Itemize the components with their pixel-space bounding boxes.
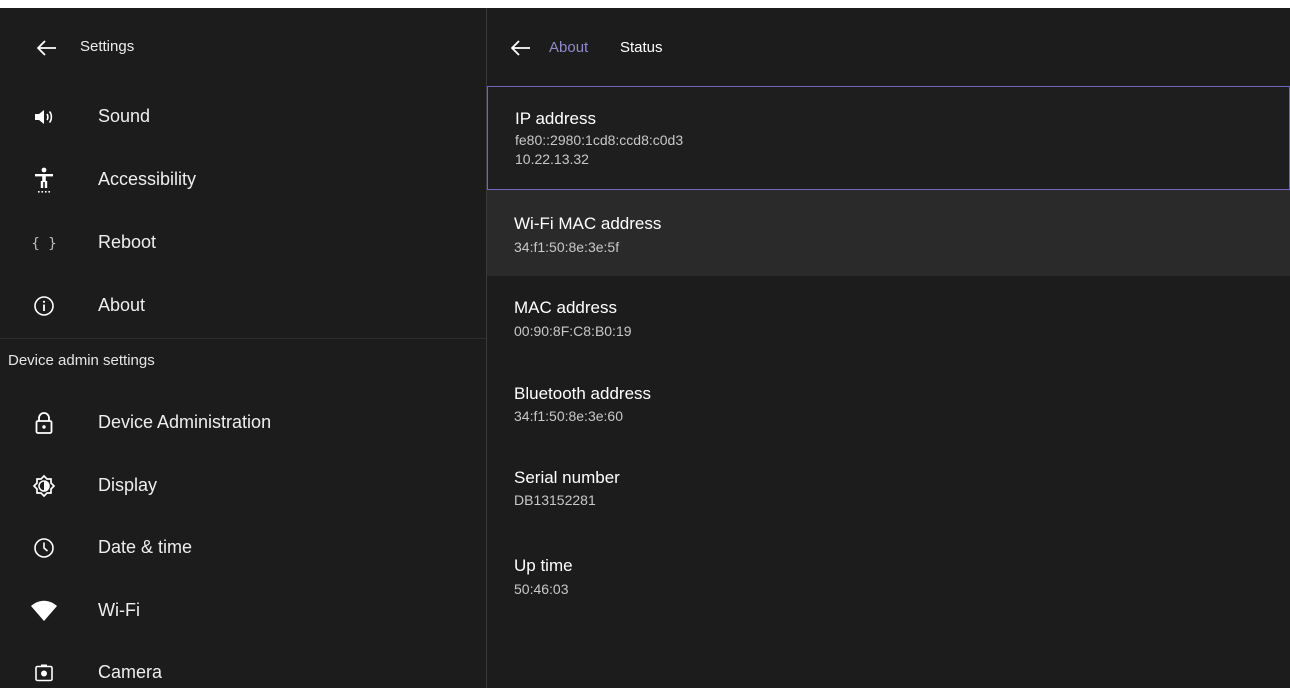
lock-icon bbox=[30, 409, 58, 437]
sidebar-item-wifi[interactable]: Wi-Fi bbox=[0, 580, 486, 642]
sidebar-item-device-administration[interactable]: Device Administration bbox=[0, 392, 486, 454]
status-panel: About Status IP address fe80::2980:1cd8:… bbox=[487, 8, 1290, 688]
status-value: 34:f1:50:8e:3e:60 bbox=[514, 408, 623, 424]
status-label: MAC address bbox=[514, 298, 617, 317]
sidebar-item-label: Date & time bbox=[98, 537, 193, 557]
page-title: Settings bbox=[80, 38, 135, 55]
status-item-up-time[interactable]: Up time 50:46:03 bbox=[487, 528, 1290, 612]
status-item-serial-number[interactable]: Serial number DB13152281 bbox=[487, 444, 1290, 528]
sidebar-item-display[interactable]: Display bbox=[0, 455, 486, 517]
status-item-bluetooth-address[interactable]: Bluetooth address 34:f1:50:8e:3e:60 bbox=[487, 360, 1290, 444]
settings-window: Settings Sound Accessibility {} Reboot … bbox=[0, 8, 1290, 688]
breadcrumb-about-link[interactable]: About bbox=[549, 39, 588, 56]
status-label: IP address bbox=[515, 109, 596, 128]
status-label: Wi-Fi MAC address bbox=[514, 214, 662, 233]
sidebar-item-label: Reboot bbox=[98, 232, 157, 252]
sidebar-item-sound[interactable]: Sound bbox=[0, 86, 486, 148]
sidebar-item-label: Device Administration bbox=[98, 412, 272, 432]
sidebar-item-date-time[interactable]: Date & time bbox=[0, 517, 486, 579]
status-value: 34:f1:50:8e:3e:5f bbox=[514, 239, 620, 255]
arrow-left-icon[interactable] bbox=[507, 34, 535, 62]
status-label: Up time bbox=[514, 556, 573, 575]
wifi-icon bbox=[30, 597, 58, 625]
info-icon bbox=[30, 292, 58, 320]
arrow-left-icon[interactable] bbox=[33, 34, 61, 62]
status-label: Bluetooth address bbox=[514, 384, 652, 403]
sidebar-item-label: About bbox=[98, 295, 146, 315]
status-value-secondary: 10.22.13.32 bbox=[515, 151, 589, 167]
accessibility-icon bbox=[30, 166, 58, 194]
status-value: DB13152281 bbox=[514, 492, 596, 508]
status-item-ip-address[interactable]: IP address fe80::2980:1cd8:ccd8:c0d3 10.… bbox=[487, 86, 1290, 190]
brightness-icon bbox=[30, 472, 58, 500]
sidebar-item-about[interactable]: About bbox=[0, 275, 486, 337]
svg-text:{ }: { } bbox=[32, 236, 56, 252]
section-header: Device admin settings bbox=[8, 352, 155, 369]
status-item-mac-address[interactable]: MAC address 00:90:8F:C8:B0:19 bbox=[487, 276, 1290, 360]
sidebar-item-label: Accessibility bbox=[98, 169, 197, 189]
status-value: fe80::2980:1cd8:ccd8:c0d3 bbox=[515, 132, 684, 148]
status-value: 50:46:03 bbox=[514, 581, 569, 597]
sidebar-item-label: Sound bbox=[98, 106, 151, 126]
sidebar-header: Settings bbox=[0, 8, 486, 86]
camera-icon bbox=[30, 659, 58, 687]
sidebar-item-camera[interactable]: Camera bbox=[0, 642, 486, 688]
status-item-wifi-mac-address[interactable]: Wi-Fi MAC address 34:f1:50:8e:3e:5f bbox=[487, 190, 1290, 276]
sidebar-item-label: Wi-Fi bbox=[98, 600, 140, 620]
sidebar-item-label: Display bbox=[98, 475, 158, 495]
clock-icon bbox=[30, 534, 58, 562]
sidebar-item-reboot[interactable]: { } Reboot bbox=[0, 212, 486, 274]
breadcrumb-current: Status bbox=[620, 39, 663, 56]
settings-sidebar: Settings Sound Accessibility {} Reboot … bbox=[0, 8, 486, 688]
braces-icon: { } bbox=[30, 229, 58, 257]
status-label: Serial number bbox=[514, 468, 620, 487]
sidebar-item-accessibility[interactable]: Accessibility bbox=[0, 149, 486, 211]
status-value: 00:90:8F:C8:B0:19 bbox=[514, 323, 632, 339]
speaker-icon bbox=[30, 103, 58, 131]
section-divider bbox=[0, 338, 486, 339]
sidebar-item-label: Camera bbox=[98, 662, 163, 682]
